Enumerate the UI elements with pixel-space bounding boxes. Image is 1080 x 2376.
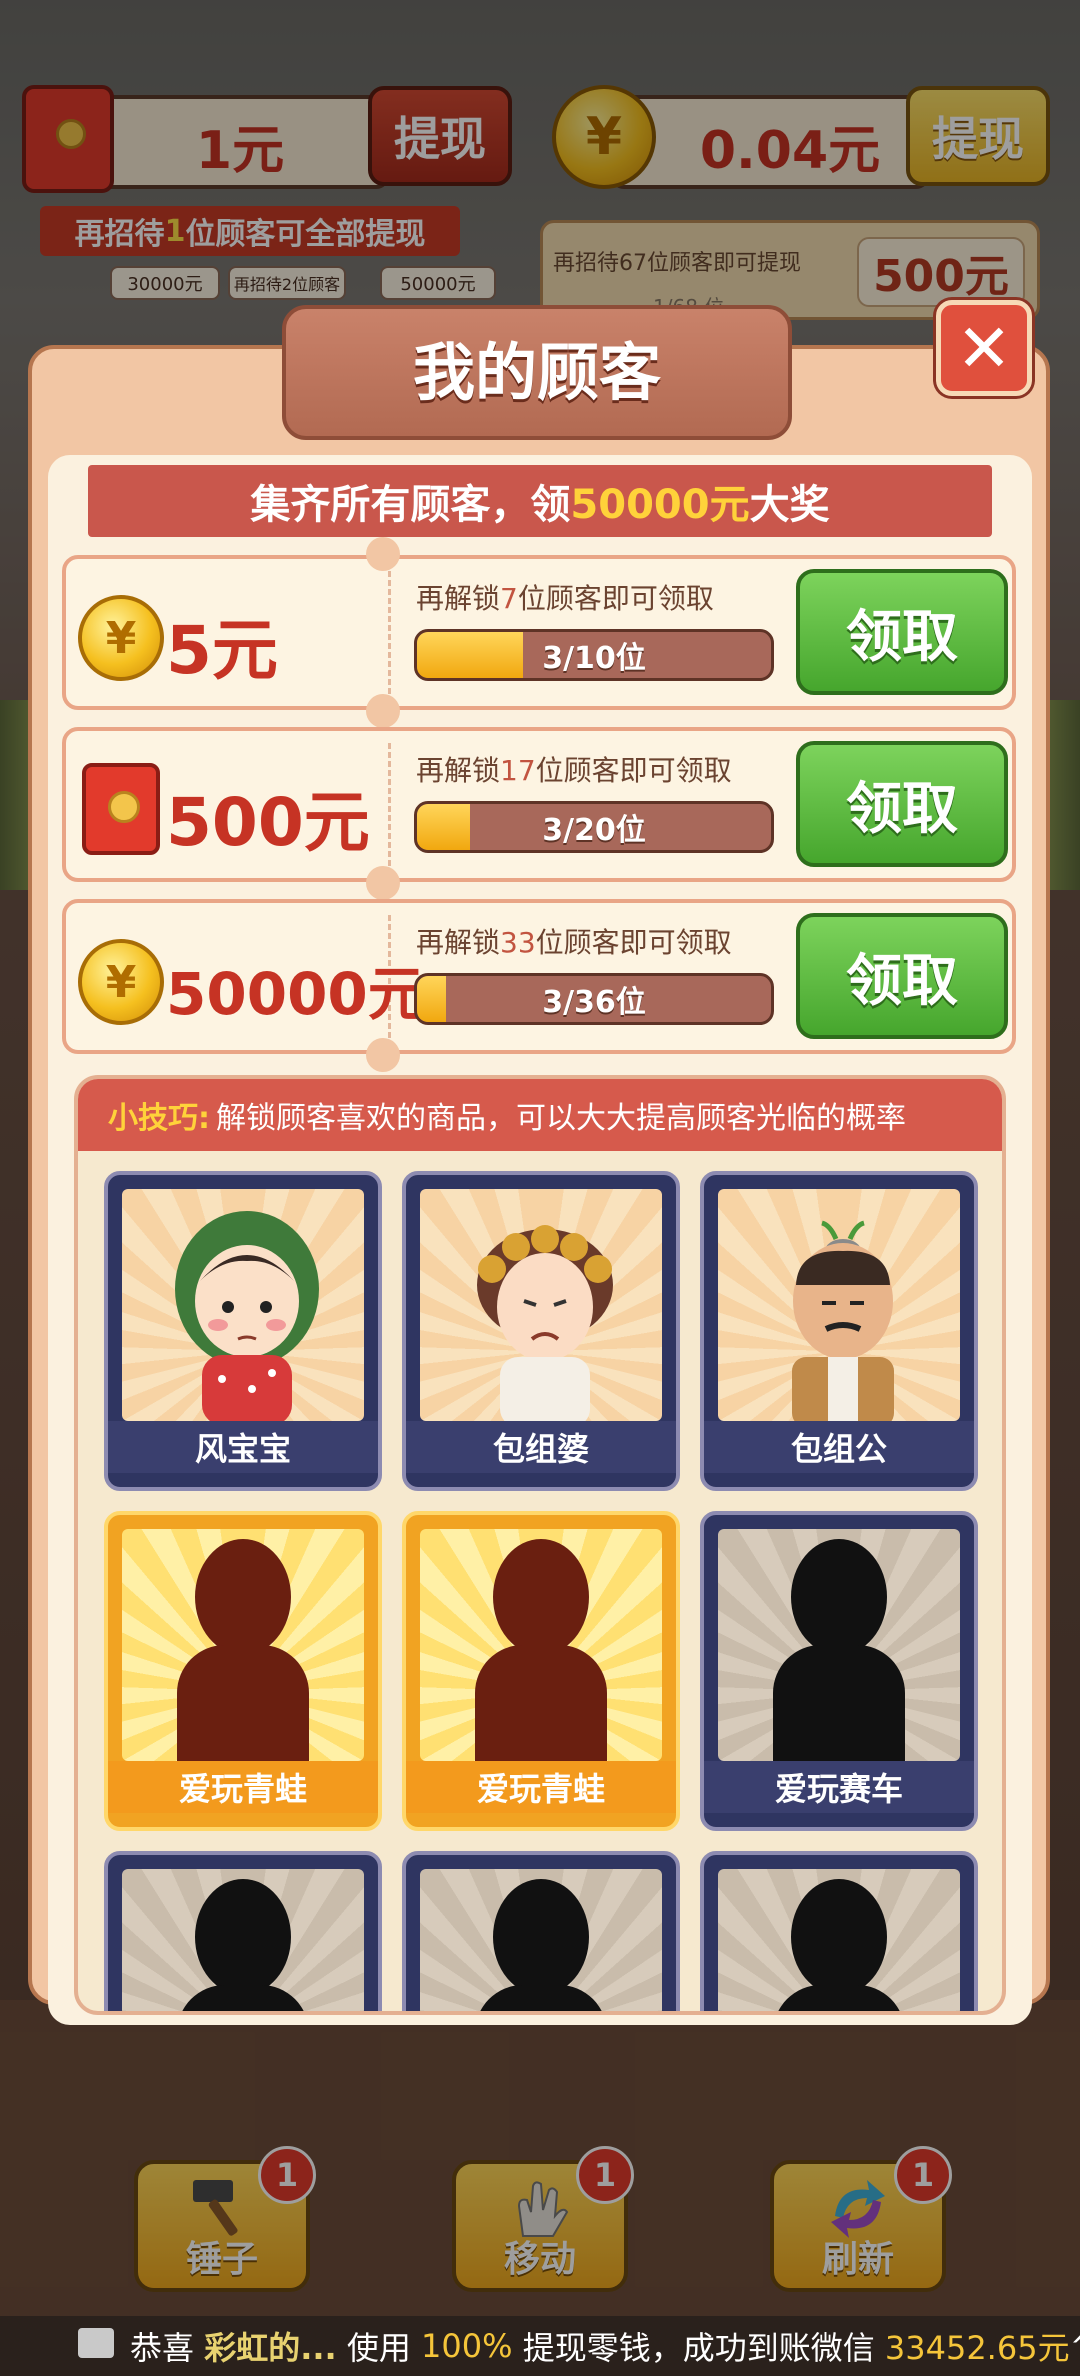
desc-number: 17 — [500, 754, 536, 787]
customer-card[interactable]: 爱玩青蛙 — [402, 1511, 680, 1831]
customer-silhouette — [173, 1539, 313, 1761]
red-envelope-icon — [78, 763, 164, 855]
customer-portrait — [718, 1529, 960, 1761]
desc-post: 位顾客即可领取 — [535, 926, 732, 959]
landlord-portrait — [792, 1220, 894, 1421]
desc-post: 位顾客即可领取 — [535, 754, 732, 787]
ticket-notch — [366, 694, 400, 728]
ticker-mid: 提现零钱，成功到账微信 — [522, 2329, 875, 2367]
customer-card[interactable]: 爱玩赛车 — [700, 1511, 978, 1831]
close-button[interactable]: ✕ — [936, 300, 1032, 396]
modal-title: 我的顾客 — [412, 336, 661, 409]
withdraw-announcement-ticker: 恭喜 彩虹的... 使用 100% 提现零钱，成功到账微信 33452.65元 … — [0, 2316, 1080, 2376]
reward-requirement: 再解锁17位顾客即可领取 — [416, 749, 732, 789]
ticker-user: 彩虹的... — [204, 2329, 337, 2367]
coin-icon: ¥ — [78, 595, 164, 681]
reward-row: ¥ 50000元 再解锁33位顾客即可领取 3/36位 领取 — [62, 899, 1016, 1054]
desc-number: 33 — [500, 926, 536, 959]
girl-headscarf-portrait — [175, 1211, 319, 1421]
progress-text: 3/10位 — [542, 641, 646, 676]
tip-label: 小技巧: — [108, 1101, 210, 1136]
ticker-amount: 33452.65元 — [884, 2329, 1070, 2367]
desc-post: 位顾客即可领取 — [517, 582, 714, 615]
customer-card[interactable]: 包组公 — [700, 1171, 978, 1491]
customer-name: 包组公 — [704, 1421, 974, 1473]
banner-post: 大奖 — [749, 482, 830, 528]
ticket-notch — [366, 866, 400, 900]
desc-pre: 再解锁 — [416, 926, 501, 959]
customer-name: 包组婆 — [406, 1421, 676, 1473]
customer-card[interactable] — [402, 1851, 680, 2011]
reward-amount: 5元 — [166, 612, 278, 689]
reward-progress-bar: 3/20位 — [414, 801, 774, 853]
customer-name: 爱玩青蛙 — [108, 1761, 378, 1813]
desc-number: 7 — [500, 582, 518, 615]
claim-button[interactable]: 领取 — [796, 569, 1008, 695]
customer-card[interactable]: 包组婆 — [402, 1171, 680, 1491]
claim-button[interactable]: 领取 — [796, 741, 1008, 867]
tip-text: 解锁顾客喜欢的商品，可以大大提高顾客光临的概率 — [216, 1101, 906, 1136]
customer-name: 爱玩赛车 — [704, 1761, 974, 1813]
customer-portrait — [420, 1869, 662, 2011]
customer-portrait — [718, 1189, 960, 1421]
reward-amount: 500元 — [166, 784, 370, 861]
ticker-speaker-icon — [78, 2328, 114, 2358]
tip-bar: 小技巧: 解锁顾客喜欢的商品，可以大大提高顾客光临的概率 — [78, 1079, 1002, 1151]
reward-progress-bar: 3/36位 — [414, 973, 774, 1025]
reward-amount: 50000元 — [166, 960, 426, 1028]
desc-pre: 再解锁 — [416, 582, 501, 615]
customer-silhouette — [769, 1539, 909, 1761]
close-icon: ✕ — [956, 309, 1012, 387]
ticker-suffix: ^ — [1070, 2327, 1080, 2365]
customer-silhouette — [471, 1879, 611, 2011]
reward-progress-bar: 3/10位 — [414, 629, 774, 681]
customer-card[interactable]: 风宝宝 — [104, 1171, 382, 1491]
customer-portrait — [122, 1529, 364, 1761]
customer-name: 风宝宝 — [108, 1421, 378, 1473]
customer-silhouette — [173, 1879, 313, 2011]
reward-requirement: 再解锁33位顾客即可领取 — [416, 921, 732, 961]
ticket-notch — [366, 537, 400, 571]
customer-silhouette — [769, 1879, 909, 2011]
customer-card[interactable]: 爱玩青蛙 — [104, 1511, 382, 1831]
grand-prize-banner: 集齐所有顾客，领 50000元 大奖 — [88, 465, 992, 537]
ticket-notch — [366, 1038, 400, 1072]
banner-pre: 集齐所有顾客，领 — [250, 482, 571, 528]
reward-requirement: 再解锁7位顾客即可领取 — [416, 577, 714, 617]
banner-amount: 50000元 — [570, 482, 750, 528]
ticker-pre: 恭喜 — [130, 2329, 195, 2367]
customer-portrait — [420, 1189, 662, 1421]
progress-text: 3/36位 — [542, 985, 646, 1020]
customer-portrait — [122, 1189, 364, 1421]
claim-button[interactable]: 领取 — [796, 913, 1008, 1039]
ticker-mid: 使用 — [346, 2329, 411, 2367]
coin-icon: ¥ — [78, 939, 164, 1025]
reward-row: ¥ 5元 再解锁7位顾客即可领取 3/10位 领取 — [62, 555, 1016, 710]
ticker-percent: 100% — [421, 2327, 513, 2365]
customer-grid: 小技巧: 解锁顾客喜欢的商品，可以大大提高顾客光临的概率 风宝宝 包组婆 包组公… — [74, 1075, 1006, 2015]
customer-portrait — [420, 1529, 662, 1761]
reward-row: 500元 再解锁17位顾客即可领取 3/20位 领取 — [62, 727, 1016, 882]
customer-card[interactable] — [700, 1851, 978, 2011]
divider — [388, 571, 391, 694]
customer-silhouette — [471, 1539, 611, 1761]
desc-pre: 再解锁 — [416, 754, 501, 787]
customer-name: 爱玩青蛙 — [406, 1761, 676, 1813]
customer-portrait — [718, 1869, 960, 2011]
customer-card[interactable] — [104, 1851, 382, 2011]
progress-text: 3/20位 — [542, 813, 646, 848]
customer-portrait — [122, 1869, 364, 2011]
landlady-portrait — [477, 1225, 613, 1421]
divider — [388, 743, 391, 866]
